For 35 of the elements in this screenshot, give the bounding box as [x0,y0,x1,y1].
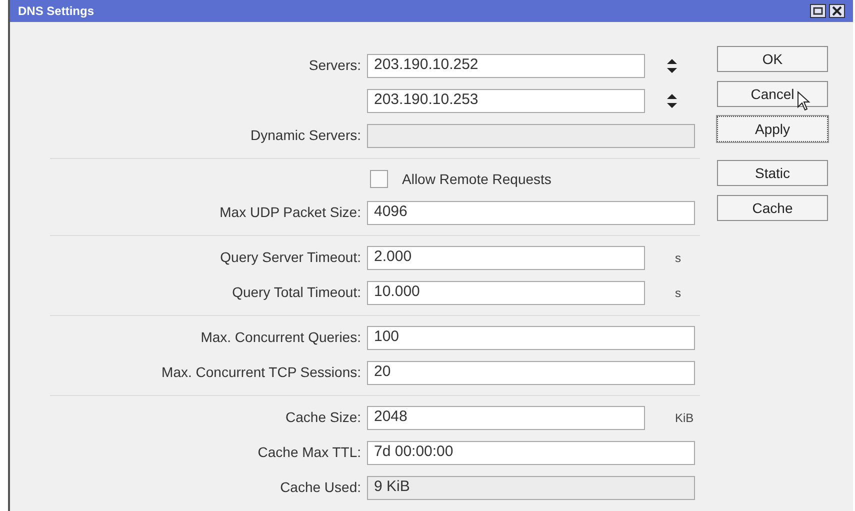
field-label: Query Server Timeout: [220,248,361,267]
field-label: Max. Concurrent Queries: [200,328,361,347]
field-label: Query Total Timeout: [232,283,361,302]
dialog-button[interactable]: Cache [717,195,828,221]
input-field[interactable]: 7d 00:00:00 [367,440,695,464]
input-field[interactable]: 100 [367,326,695,350]
input-field[interactable]: 9 KiB [367,476,695,500]
input-field[interactable]: 4096 [367,200,695,224]
unit-label: KiB [675,410,694,426]
input-field[interactable]: 20 [367,360,695,384]
unit-label: s [675,284,681,302]
input-field[interactable]: 203.190.10.253 [367,88,645,112]
field-label: Max. Concurrent TCP Sessions: [162,363,361,382]
dialog-button[interactable]: Static [717,160,828,186]
unit-label: s [675,250,681,266]
allow-remote-checkbox[interactable]: Allow Remote Requests [370,168,552,190]
field-label: Cache Size: [286,408,361,427]
input-field[interactable]: 2048 [367,406,645,430]
spinner-icon[interactable] [667,94,677,108]
input-field[interactable] [367,124,695,148]
dialog-button[interactable]: Apply [717,116,828,142]
input-field[interactable]: 203.190.10.252 [367,54,645,78]
dialog-button[interactable]: Cancel [717,81,828,107]
dialog-button[interactable]: OK [717,46,828,72]
restore-icon[interactable] [810,4,826,18]
field-label: Dynamic Servers: [250,126,361,145]
window-title: DNS Settings [18,3,94,20]
field-label: Cache Max TTL: [258,443,361,462]
spinner-icon[interactable] [667,58,677,72]
input-field[interactable]: 10.000 [367,280,645,304]
field-label: Servers: [308,56,361,75]
field-label: Max UDP Packet Size: [220,203,361,222]
close-icon[interactable] [829,4,845,18]
input-field[interactable]: 2.000 [367,246,645,270]
field-label: Cache Used: [280,478,361,497]
